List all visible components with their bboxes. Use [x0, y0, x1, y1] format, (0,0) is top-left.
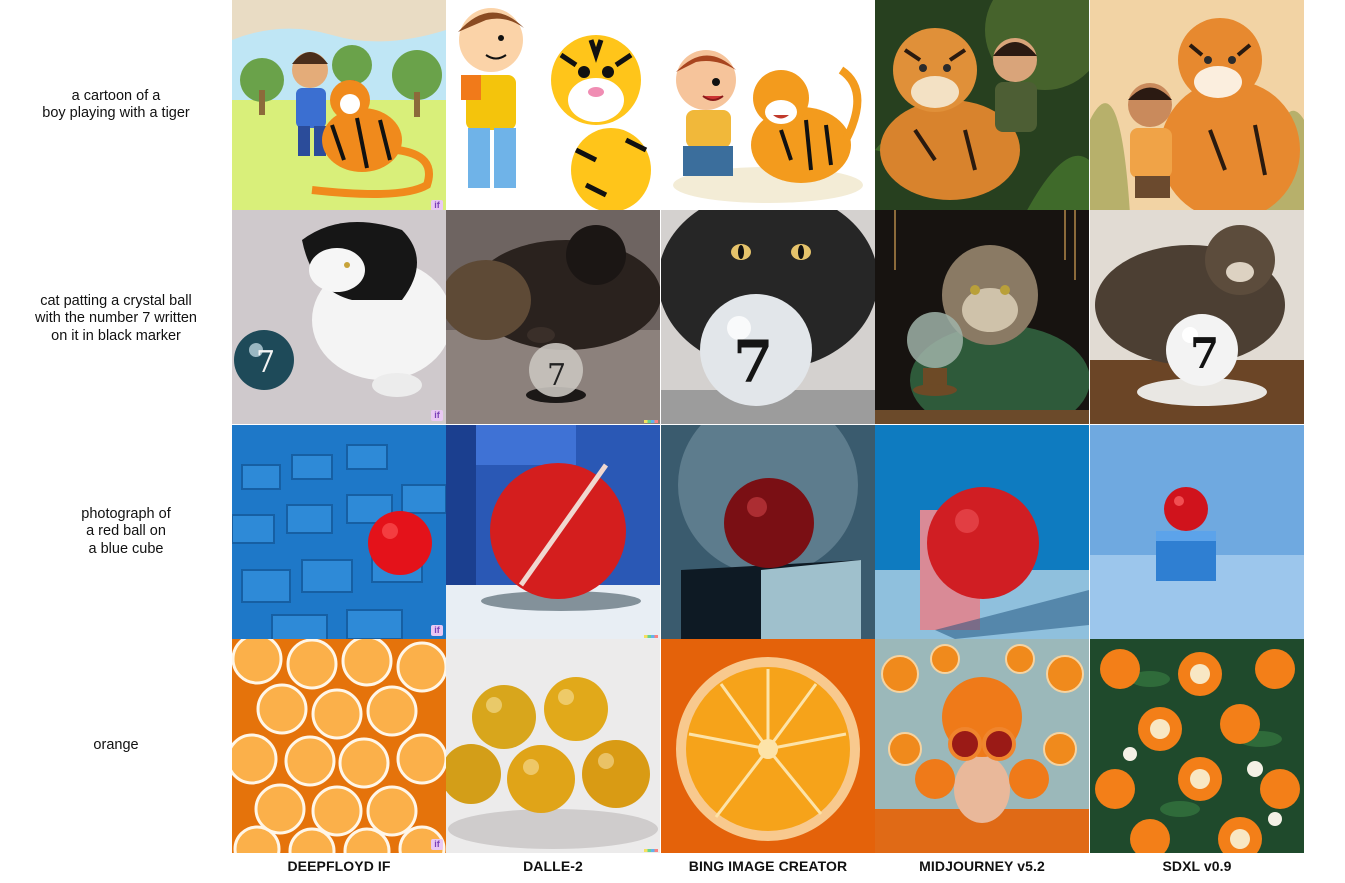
prompt-line: orange	[93, 737, 139, 754]
image-deepfloyd-red-ball: if	[232, 425, 446, 639]
image-midjourney-cat-crystal	[875, 210, 1089, 424]
ball-number: 7	[733, 328, 773, 396]
prompt-row-2: cat patting a crystal ball with the numb…	[0, 210, 232, 440]
dalle-signature-strip	[644, 849, 658, 852]
prompt-line: a blue cube	[88, 540, 164, 557]
prompt-row-3: photograph of a red ball on a blue cube	[10, 425, 242, 639]
prompt-line: photograph of	[81, 505, 171, 522]
deepfloyd-watermark: if	[431, 839, 443, 850]
ball-number: 7	[1190, 329, 1219, 378]
image-dalle2-red-ball	[446, 425, 660, 639]
image-bing-orange	[661, 639, 875, 853]
prompt-line: on it in black marker	[51, 327, 181, 344]
image-sdxl-cat-crystal: 7	[1090, 210, 1304, 424]
image-bing-red-ball	[661, 425, 875, 639]
prompt-row-4: orange	[0, 639, 232, 853]
image-dalle2-boy-tiger	[446, 0, 660, 214]
model-label-dalle2: DALLE-2	[523, 858, 583, 874]
image-deepfloyd-boy-tiger: if	[232, 0, 446, 214]
model-label-bing: BING IMAGE CREATOR	[688, 858, 848, 874]
image-dalle2-orange	[446, 639, 660, 853]
image-sdxl-red-ball	[1090, 425, 1304, 639]
image-dalle2-cat-crystal: 7	[446, 210, 660, 424]
ball-number: 7	[547, 358, 566, 393]
prompt-line: a red ball on	[86, 523, 166, 540]
image-deepfloyd-orange: if	[232, 639, 446, 853]
image-bing-boy-tiger	[661, 0, 875, 214]
prompt-line: cat patting a crystal ball	[40, 292, 192, 309]
image-midjourney-orange	[875, 639, 1089, 853]
ball-number: 7	[256, 345, 275, 380]
image-sdxl-orange	[1090, 639, 1304, 853]
prompt-line: boy playing with a tiger	[42, 105, 190, 121]
image-midjourney-boy-tiger	[875, 0, 1089, 214]
model-label-midjourney: MIDJOURNEY v5.2	[919, 858, 1045, 874]
model-label-deepfloyd: DEEPFLOYD IF	[287, 858, 391, 874]
prompt-line: a cartoon of a	[71, 87, 161, 104]
deepfloyd-watermark: if	[431, 625, 443, 636]
deepfloyd-watermark: if	[431, 410, 443, 421]
dalle-signature-strip	[644, 420, 658, 423]
dalle-signature-strip	[644, 635, 658, 638]
image-deepfloyd-cat-crystal: 7 if	[232, 210, 446, 424]
image-sdxl-boy-tiger	[1090, 0, 1304, 214]
prompt-line: with the number 7 written	[35, 310, 197, 327]
prompt-row-1: a cartoon of a boy playing with a tiger	[0, 0, 232, 210]
image-bing-cat-crystal: 7	[661, 210, 875, 424]
model-label-sdxl: SDXL v0.9	[1162, 858, 1232, 874]
image-midjourney-red-ball	[875, 425, 1089, 639]
